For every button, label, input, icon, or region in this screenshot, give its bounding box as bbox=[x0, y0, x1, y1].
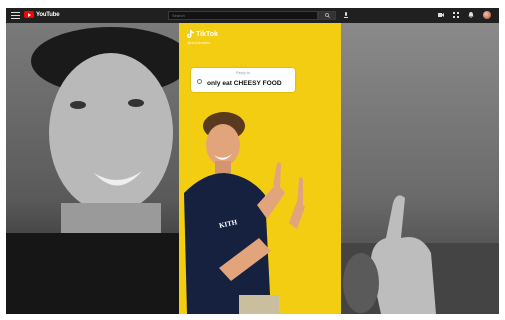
tiktok-logo: TikTok bbox=[187, 30, 218, 38]
blurred-background-right bbox=[341, 23, 499, 314]
youtube-logo[interactable]: YouTube bbox=[24, 11, 60, 18]
account-avatar[interactable] bbox=[483, 11, 491, 19]
blurred-face-image bbox=[6, 27, 191, 314]
reply-bubble-icon bbox=[197, 79, 202, 84]
tiktok-logo-text: TikTok bbox=[196, 30, 218, 38]
reply-caption: Reply to bbox=[236, 71, 250, 75]
search-box[interactable] bbox=[168, 11, 318, 20]
comment-reply-sticker: Reply to only eat CHEESY FOOD bbox=[191, 68, 295, 92]
youtube-top-bar: YouTube bbox=[6, 8, 499, 23]
search-button[interactable] bbox=[318, 11, 336, 20]
youtube-play-icon bbox=[24, 11, 34, 18]
notifications-bell-icon[interactable] bbox=[468, 12, 474, 18]
hamburger-menu-icon[interactable] bbox=[11, 11, 20, 20]
browser-frame: YouTube Search TikTok @nickdimatteo Repl… bbox=[6, 8, 499, 314]
youtube-logo-text: YouTube bbox=[36, 11, 60, 18]
tiktok-username: @nickdimatteo bbox=[187, 41, 211, 45]
person-pointing-image bbox=[184, 112, 305, 314]
microphone-icon[interactable] bbox=[344, 12, 348, 19]
search-icon bbox=[324, 13, 330, 18]
tiktok-note-icon bbox=[187, 30, 194, 38]
tiktok-video-frame: TikTok @nickdimatteo Reply to only eat C… bbox=[179, 23, 341, 314]
search-input[interactable] bbox=[172, 13, 292, 18]
apps-grid-icon[interactable] bbox=[453, 12, 459, 18]
blurred-background-left bbox=[6, 23, 191, 314]
blurred-hand-image bbox=[341, 195, 499, 314]
reply-comment-text: only eat CHEESY FOOD bbox=[207, 80, 282, 87]
video-player[interactable]: TikTok @nickdimatteo Reply to only eat C… bbox=[6, 23, 499, 314]
create-video-icon[interactable] bbox=[438, 12, 444, 18]
